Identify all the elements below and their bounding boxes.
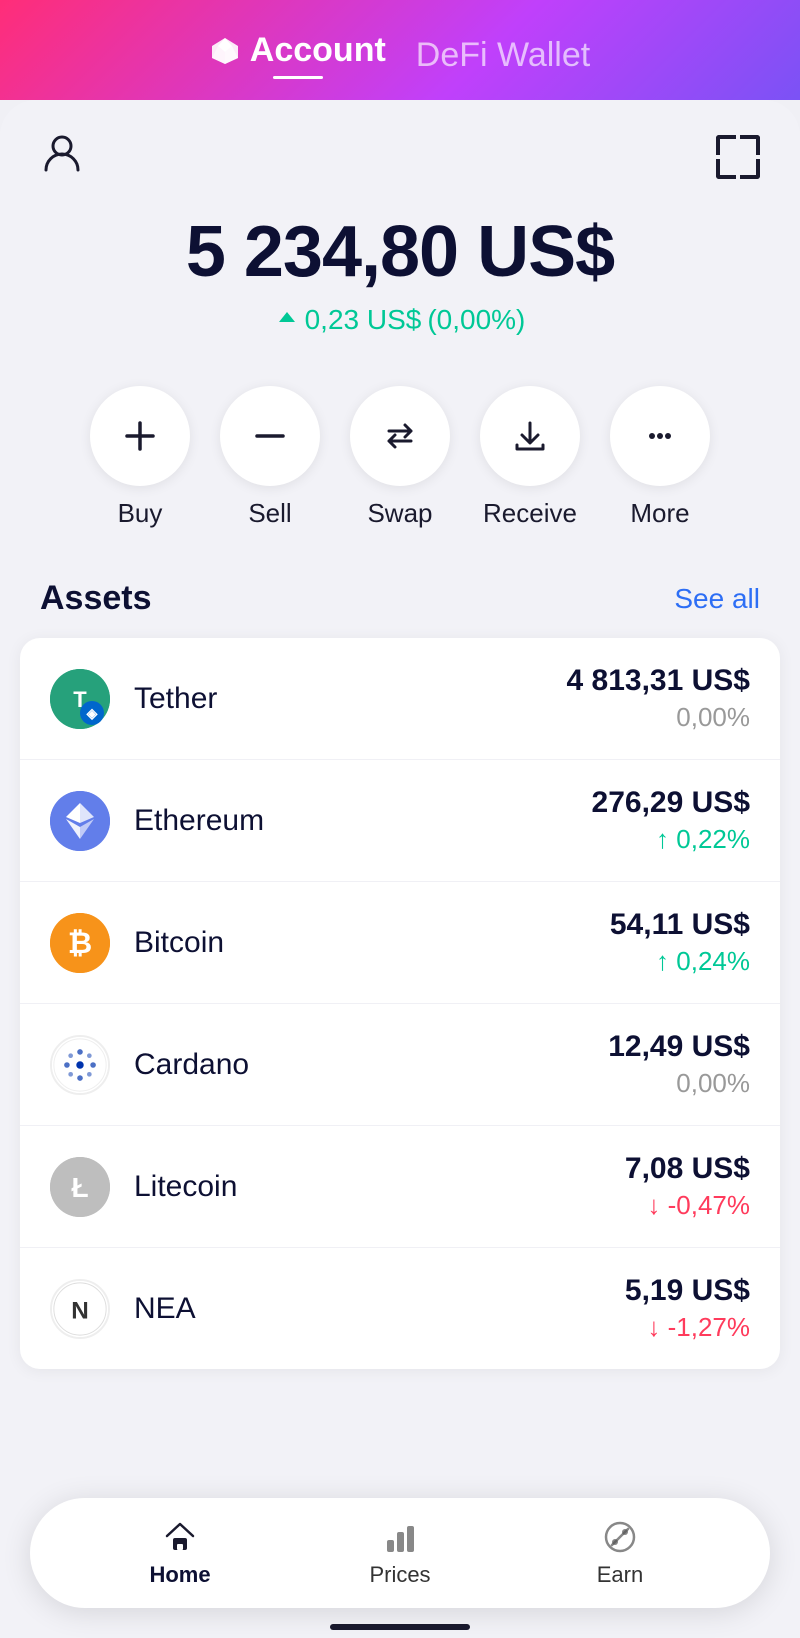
sell-circle — [220, 386, 320, 486]
bitcoin-amount: 54,11 US$ — [610, 908, 750, 942]
buy-label: Buy — [118, 498, 163, 529]
asset-name-bitcoin: Bitcoin — [134, 926, 610, 960]
account-tab[interactable]: Account — [210, 31, 386, 79]
receive-label: Receive — [483, 498, 577, 529]
home-nav-label: Home — [149, 1562, 210, 1588]
account-tab-label: Account — [250, 31, 386, 70]
scan-icon[interactable] — [716, 135, 760, 179]
ethereum-amount: 276,29 US$ — [592, 786, 750, 820]
see-all-link[interactable]: See all — [674, 583, 760, 615]
header: Account DeFi Wallet — [0, 0, 800, 100]
bitcoin-change: ↑ 0,24% — [610, 946, 750, 977]
earn-icon — [601, 1518, 639, 1556]
asset-name-cardano: Cardano — [134, 1048, 608, 1082]
prices-nav-label: Prices — [369, 1562, 430, 1588]
litecoin-amount: 7,08 US$ — [625, 1152, 750, 1186]
gem-icon — [210, 36, 240, 66]
scan-frame-corners — [716, 135, 760, 179]
balance-change-amount: 0,23 US$ — [305, 304, 422, 336]
litecoin-change: ↓ -0,47% — [625, 1190, 750, 1221]
card-topbar — [0, 100, 800, 193]
nav-home[interactable]: Home — [70, 1518, 290, 1588]
nav-earn[interactable]: Earn — [510, 1518, 730, 1588]
assets-header: Assets See all — [20, 579, 780, 638]
home-icon — [161, 1518, 199, 1556]
main-card: 5 234,80 US$ 0,23 US$ (0,00%) Buy — [0, 100, 800, 1638]
tether-amount: 4 813,31 US$ — [567, 664, 750, 698]
ethereum-icon — [50, 791, 110, 851]
table-row[interactable]: Ł Litecoin 7,08 US$ ↓ -0,47% — [20, 1126, 780, 1248]
cardano-change: 0,00% — [608, 1068, 750, 1099]
tether-change: 0,00% — [567, 702, 750, 733]
asset-list: T ◈ Tether 4 813,31 US$ 0,00% — [20, 638, 780, 1369]
asset-name-tether: Tether — [134, 682, 567, 716]
balance-change: 0,23 US$ (0,00%) — [40, 304, 760, 336]
more-action[interactable]: More — [610, 386, 710, 529]
asset-name-litecoin: Litecoin — [134, 1170, 625, 1204]
receive-action[interactable]: Receive — [480, 386, 580, 529]
bitcoin-icon: ₿ — [50, 913, 110, 973]
asset-values-bitcoin: 54,11 US$ ↑ 0,24% — [610, 908, 750, 977]
ethereum-change: ↑ 0,22% — [592, 824, 750, 855]
home-indicator — [330, 1624, 470, 1630]
litecoin-icon: Ł — [50, 1157, 110, 1217]
change-arrow-up — [275, 308, 299, 332]
table-row[interactable]: T ◈ Tether 4 813,31 US$ 0,00% — [20, 638, 780, 760]
active-tab-indicator — [273, 76, 323, 79]
profile-icon[interactable] — [40, 130, 84, 183]
svg-text:₿: ₿ — [68, 927, 92, 960]
table-row[interactable]: Ethereum 276,29 US$ ↑ 0,22% — [20, 760, 780, 882]
balance-change-percent: (0,00%) — [427, 304, 525, 336]
asset-values-ethereum: 276,29 US$ ↑ 0,22% — [592, 786, 750, 855]
defi-tab[interactable]: DeFi Wallet — [416, 36, 590, 75]
cardano-icon — [50, 1035, 110, 1095]
asset-values-litecoin: 7,08 US$ ↓ -0,47% — [625, 1152, 750, 1221]
prices-icon — [381, 1518, 419, 1556]
bottom-nav: Home Prices Earn — [30, 1498, 770, 1608]
assets-section: Assets See all T ◈ Tether 4 813,31 US$ 0… — [0, 579, 800, 1369]
swap-circle — [350, 386, 450, 486]
balance-section: 5 234,80 US$ 0,23 US$ (0,00%) — [0, 193, 800, 376]
table-row[interactable]: N NEA 5,19 US$ ↓ -1,27% — [20, 1248, 780, 1369]
assets-title: Assets — [40, 579, 152, 618]
buy-action[interactable]: Buy — [90, 386, 190, 529]
sell-label: Sell — [248, 498, 291, 529]
swap-action[interactable]: Swap — [350, 386, 450, 529]
defi-tab-label: DeFi Wallet — [416, 36, 590, 75]
svg-text:◈: ◈ — [86, 705, 99, 721]
earn-nav-label: Earn — [597, 1562, 643, 1588]
table-row[interactable]: Cardano 12,49 US$ 0,00% — [20, 1004, 780, 1126]
nav-prices[interactable]: Prices — [290, 1518, 510, 1588]
table-row[interactable]: ₿ Bitcoin 54,11 US$ ↑ 0,24% — [20, 882, 780, 1004]
asset-values-tether: 4 813,31 US$ 0,00% — [567, 664, 750, 733]
sell-action[interactable]: Sell — [220, 386, 320, 529]
buy-circle — [90, 386, 190, 486]
svg-text:N: N — [71, 1297, 89, 1324]
cardano-amount: 12,49 US$ — [608, 1030, 750, 1064]
actions-row: Buy Sell Swap — [0, 376, 800, 579]
more-circle — [610, 386, 710, 486]
svg-text:Ł: Ł — [71, 1172, 88, 1203]
tether-icon: T ◈ — [50, 669, 110, 729]
asset-name-ethereum: Ethereum — [134, 804, 592, 838]
asset-name-nea: NEA — [134, 1292, 625, 1326]
swap-label: Swap — [367, 498, 432, 529]
receive-circle — [480, 386, 580, 486]
asset-values-cardano: 12,49 US$ 0,00% — [608, 1030, 750, 1099]
more-label: More — [630, 498, 689, 529]
nea-amount: 5,19 US$ — [625, 1274, 750, 1308]
nea-change: ↓ -1,27% — [625, 1312, 750, 1343]
balance-amount: 5 234,80 US$ — [40, 213, 760, 292]
nea-icon: N — [50, 1279, 110, 1339]
asset-values-nea: 5,19 US$ ↓ -1,27% — [625, 1274, 750, 1343]
